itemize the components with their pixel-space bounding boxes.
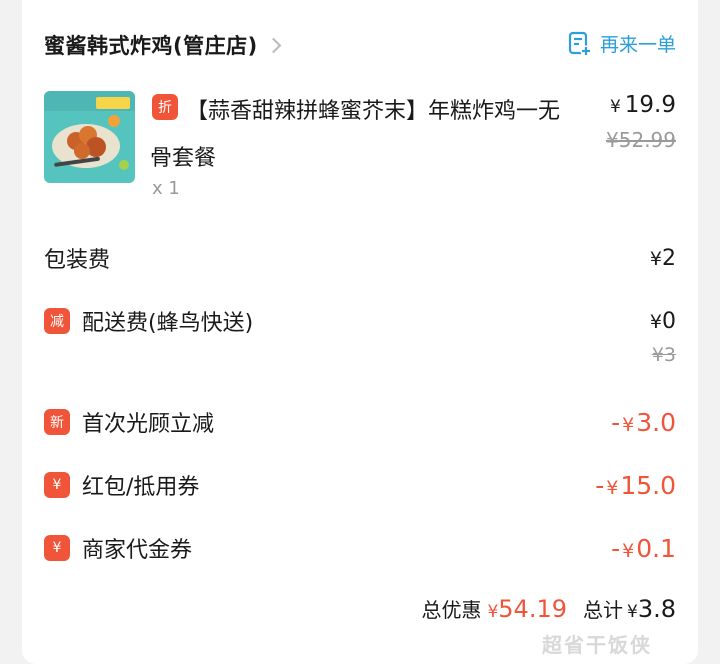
delivery-fee-value: ¥0 [649, 308, 676, 334]
reorder-button[interactable]: 再来一单 [568, 30, 676, 57]
item-original-price: ¥52.99 [606, 128, 676, 152]
item-price-value: 19.9 [624, 92, 676, 118]
shop-header[interactable]: 蜜酱韩式炸鸡(管庄店) 再来一单 [44, 28, 676, 62]
item-thumbnail[interactable] [44, 91, 135, 183]
total-value: ¥3.8 [627, 595, 676, 623]
currency-symbol: ¥ [609, 97, 621, 117]
item-name[interactable]: 【蒜香甜辣拼蜂蜜芥末】年糕炸鸡一无骨套餐 [150, 88, 570, 182]
order-card: 蜜酱韩式炸鸡(管庄店) 再来一单 折 【蒜香甜辣拼蜂蜜芥末】年糕炸鸡一无骨套餐 … [22, 0, 698, 664]
total-discount-value: ¥54.19 [487, 595, 567, 623]
discount-label: 红包/抵用券 [82, 475, 200, 500]
total-discount-label: 总优惠 [421, 598, 482, 622]
packaging-fee-row: 包装费 ¥2 [44, 241, 676, 275]
discount-label: 商家代金券 [82, 538, 193, 563]
delivery-fee-row: 减 配送费(蜂鸟快送) ¥0 [44, 304, 676, 338]
discount-value: - ¥15.0 [595, 470, 676, 500]
packaging-fee-value: ¥2 [649, 245, 676, 271]
item-quantity: x 1 [152, 178, 180, 199]
chevron-right-icon[interactable] [265, 37, 281, 53]
discount-label: 首次光顾立减 [82, 412, 215, 437]
delivery-fee-original: ¥3 [651, 344, 676, 366]
shop-name[interactable]: 蜜酱韩式炸鸡(管庄店) [44, 30, 258, 60]
order-summary: 总优惠 ¥54.19 总计 ¥3.8 [421, 594, 676, 630]
red-packet-badge: ¥ [44, 472, 70, 498]
packaging-fee-label: 包装费 [44, 248, 111, 273]
discount-row: ¥ 红包/抵用券 - ¥15.0 [44, 468, 676, 502]
discount-value: - ¥0.1 [611, 533, 676, 563]
watermark: 超省干饭侠 [542, 633, 652, 657]
item-price: ¥19.9 [610, 92, 676, 118]
discount-row: 新 首次光顾立减 - ¥3.0 [44, 405, 676, 439]
new-customer-badge: 新 [44, 409, 70, 435]
discount-row: ¥ 商家代金券 - ¥0.1 [44, 531, 676, 565]
voucher-badge: ¥ [44, 535, 70, 561]
total-label: 总计 [583, 598, 623, 622]
reorder-icon [568, 31, 592, 56]
discount-value: - ¥3.0 [611, 407, 676, 437]
delivery-fee-label: 配送费(蜂鸟快送) [82, 311, 254, 336]
reorder-label: 再来一单 [599, 34, 676, 56]
delivery-discount-badge: 减 [44, 308, 70, 334]
